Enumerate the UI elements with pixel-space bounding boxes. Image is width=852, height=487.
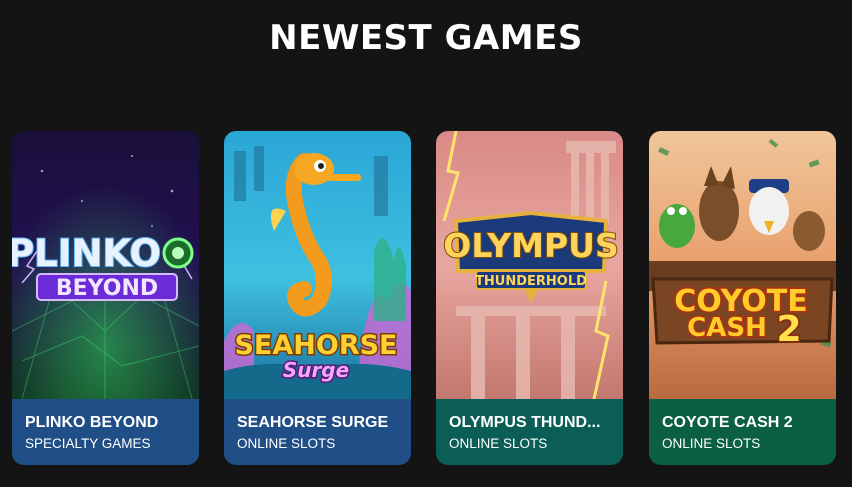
- seahorse-logo-text: SEAHORSE: [234, 330, 397, 361]
- thunderhold-logo-text: THUNDERHOLD: [475, 274, 587, 289]
- game-title[interactable]: PLINKO BEYOND: [25, 413, 193, 433]
- game-category: ONLINE SLOTS: [237, 436, 336, 451]
- game-category: ONLINE SLOTS: [449, 436, 548, 451]
- surge-logo-text: Surge: [283, 358, 349, 382]
- section-title: NEWEST GAMES: [269, 18, 583, 58]
- game-thumbnail-coyote-cash-2[interactable]: COYOTE CASH 2: [649, 131, 836, 399]
- olympus-logo-text: OLYMPUS: [443, 226, 618, 265]
- game-thumbnail-plinko-beyond[interactable]: PLINKO BEYOND: [12, 131, 199, 399]
- game-card-coyote-cash-2[interactable]: COYOTE CASH 2 COYOTE CASH 2 ONLINE SLOTS: [649, 131, 836, 465]
- game-info-plinko-beyond[interactable]: PLINKO BEYOND SPECIALTY GAMES: [12, 399, 199, 465]
- game-card-seahorse-surge[interactable]: SEAHORSE Surge SEAHORSE SURGE ONLINE SLO…: [224, 131, 411, 465]
- game-title[interactable]: SEAHORSE SURGE: [237, 413, 405, 433]
- game-thumbnail-olympus-thunderhold[interactable]: OLYMPUS THUNDERHOLD: [436, 131, 623, 399]
- beyond-logo-text: BEYOND: [56, 276, 158, 301]
- plinko-logo-text: PLINKO: [12, 232, 161, 275]
- game-info-olympus-thunderhold[interactable]: OLYMPUS THUND... ONLINE SLOTS: [436, 399, 623, 465]
- cash-logo-text: CASH: [687, 313, 767, 343]
- game-category: SPECIALTY GAMES: [25, 436, 151, 451]
- game-info-seahorse-surge[interactable]: SEAHORSE SURGE ONLINE SLOTS: [224, 399, 411, 465]
- game-thumbnail-seahorse-surge[interactable]: SEAHORSE Surge: [224, 131, 411, 399]
- game-category: ONLINE SLOTS: [662, 436, 761, 451]
- game-info-coyote-cash-2[interactable]: COYOTE CASH 2 ONLINE SLOTS: [649, 399, 836, 465]
- number-two-logo-text: 2: [776, 309, 801, 350]
- game-title[interactable]: OLYMPUS THUND...: [449, 413, 617, 433]
- game-card-olympus-thunderhold[interactable]: OLYMPUS THUNDERHOLD OLYMPUS THUND... ONL…: [436, 131, 623, 465]
- game-title[interactable]: COYOTE CASH 2: [662, 413, 830, 433]
- game-card-plinko-beyond[interactable]: PLINKO BEYOND PLINKO BEYOND SPECIALTY GA…: [12, 131, 199, 465]
